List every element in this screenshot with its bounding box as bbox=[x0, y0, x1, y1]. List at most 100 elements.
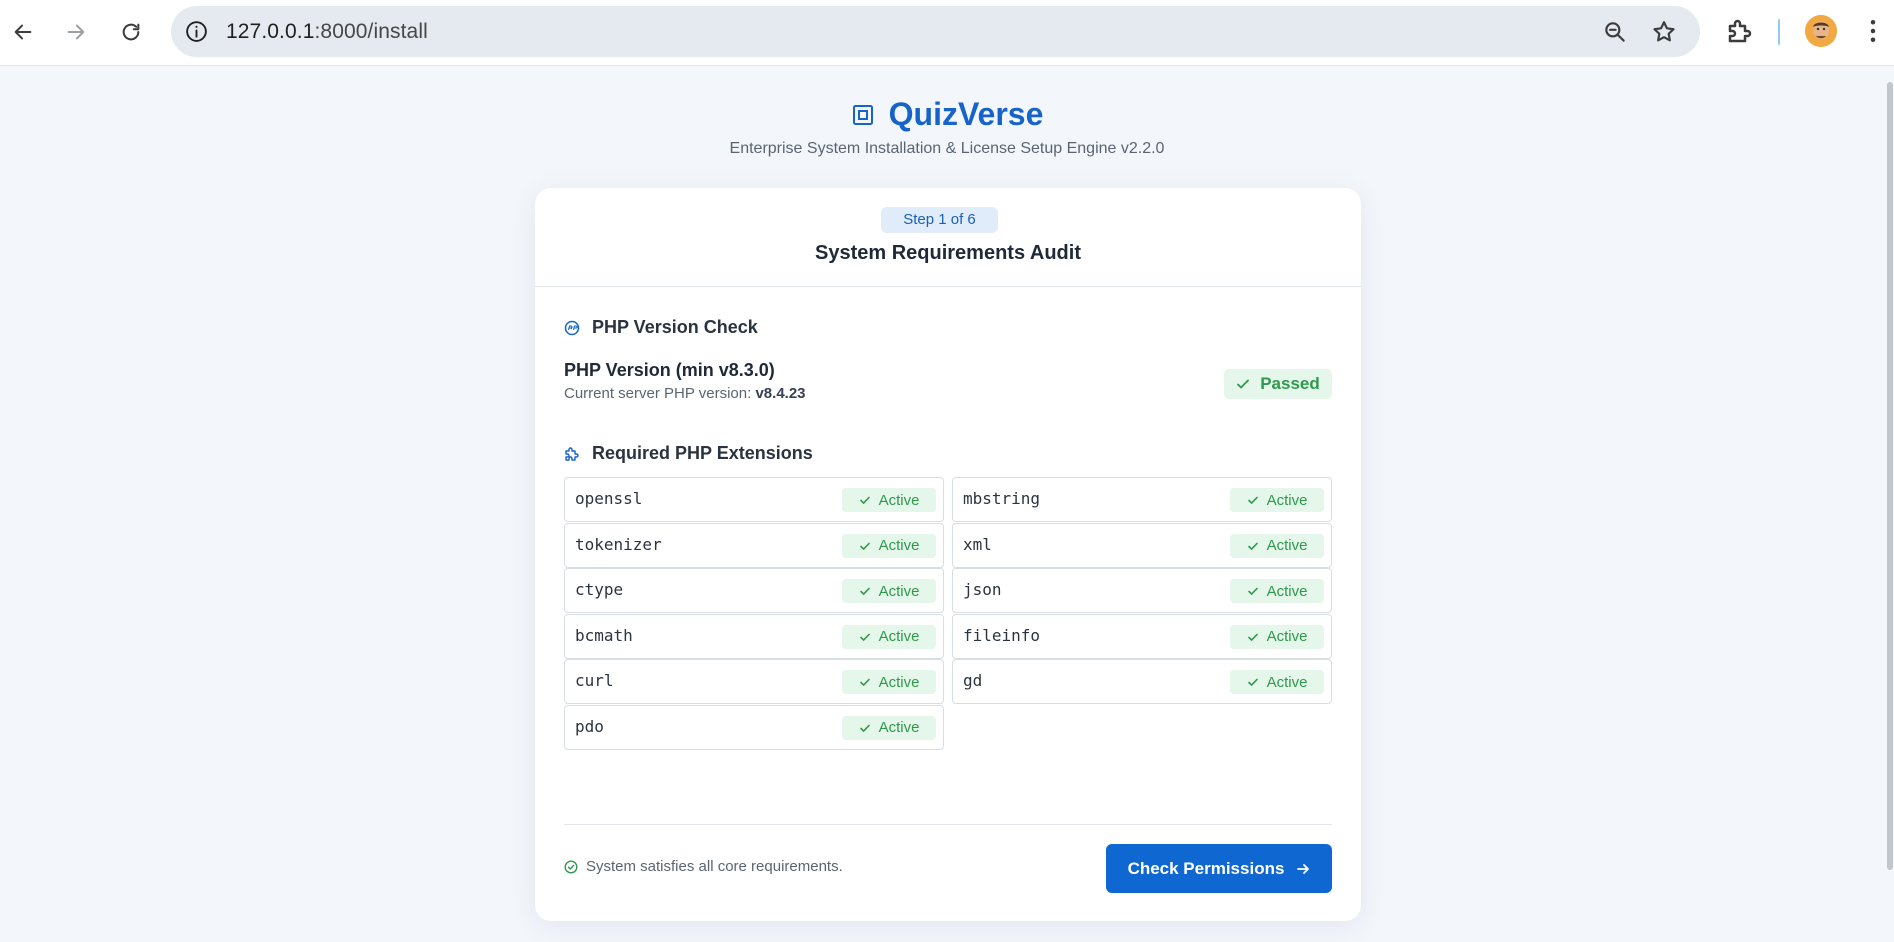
url-host: 127.0.0.1 bbox=[226, 20, 315, 43]
footer-divider bbox=[564, 824, 1332, 825]
toolbar-divider bbox=[1778, 19, 1780, 45]
php-section-title: PHP Version Check bbox=[564, 317, 758, 338]
card-header: Step 1 of 6 System Requirements Audit bbox=[535, 188, 1361, 287]
extension-status-label: Active bbox=[878, 582, 920, 600]
url-text[interactable]: 127.0.0.1:8000/install bbox=[226, 20, 428, 44]
php-current-value: v8.4.23 bbox=[755, 385, 806, 402]
reload-button[interactable] bbox=[114, 15, 148, 49]
extension-item: ctype Active bbox=[564, 568, 944, 613]
extension-item: xml Active bbox=[952, 522, 1332, 568]
extension-name: gd bbox=[963, 671, 983, 690]
extension-status-label: Active bbox=[1266, 582, 1308, 600]
check-icon bbox=[1247, 633, 1258, 641]
extension-name: ctype bbox=[575, 580, 624, 599]
extension-name: xml bbox=[963, 534, 992, 554]
check-icon bbox=[859, 542, 870, 550]
extension-status-badge: Active bbox=[1230, 488, 1324, 512]
back-button[interactable] bbox=[6, 15, 40, 49]
profile-face-icon bbox=[1805, 15, 1837, 47]
extensions-section-title: Required PHP Extensions bbox=[564, 443, 813, 464]
extension-status-label: Active bbox=[1266, 537, 1308, 554]
extension-name: openssl bbox=[575, 489, 643, 508]
extension-status-badge: Active bbox=[1230, 670, 1324, 694]
extension-item: fileinfo Active bbox=[952, 613, 1332, 659]
extension-name: tokenizer bbox=[575, 534, 662, 554]
extension-name: json bbox=[963, 580, 1002, 599]
arrow-left-icon bbox=[14, 24, 32, 40]
page-scrollbar[interactable] bbox=[1886, 66, 1894, 870]
extension-status-badge: Active bbox=[842, 579, 936, 603]
extension-status-label: Active bbox=[878, 628, 920, 645]
requirements-status: System satisfies all core requirements. bbox=[564, 858, 843, 875]
extension-item: tokenizer Active bbox=[564, 522, 944, 568]
scrollbar-thumb[interactable] bbox=[1887, 82, 1893, 870]
app-name: QuizVerse bbox=[888, 96, 1044, 132]
extension-item: openssl Active bbox=[564, 477, 944, 522]
extension-status-badge: Active bbox=[842, 670, 936, 694]
check-icon bbox=[859, 587, 870, 595]
check-permissions-label: Check Permissions bbox=[1127, 858, 1285, 878]
check-icon bbox=[1247, 678, 1258, 686]
arrow-right-icon bbox=[67, 24, 85, 40]
extension-status-badge: Active bbox=[842, 488, 936, 512]
extensions-icon[interactable] bbox=[1725, 16, 1755, 46]
forward-button[interactable] bbox=[59, 15, 93, 49]
menu-kebab-icon[interactable] bbox=[1858, 16, 1888, 46]
extensions-section-label: Required PHP Extensions bbox=[592, 443, 813, 463]
extension-item: bcmath Active bbox=[564, 613, 944, 659]
check-icon bbox=[1247, 496, 1258, 504]
url-path: :8000/install bbox=[314, 20, 428, 43]
extension-name: fileinfo bbox=[963, 625, 1041, 645]
check-icon bbox=[859, 724, 870, 732]
card-title: System Requirements Audit bbox=[815, 242, 1081, 264]
arrow-right-icon bbox=[1297, 863, 1310, 874]
php-status-badge: Passed bbox=[1224, 369, 1332, 399]
extension-status-label: Active bbox=[878, 537, 920, 554]
check-permissions-button[interactable]: Check Permissions bbox=[1106, 844, 1332, 893]
php-requirement: PHP Version (min v8.3.0) bbox=[564, 360, 775, 380]
app-subtitle: Enterprise System Installation & License… bbox=[729, 140, 1165, 157]
extension-item: gd Active bbox=[952, 659, 1332, 704]
check-icon bbox=[859, 633, 870, 641]
extension-status-badge: Active bbox=[842, 715, 936, 740]
address-bar[interactable]: 127.0.0.1:8000/install bbox=[171, 6, 1700, 57]
requirements-status-text: System satisfies all core requirements. bbox=[586, 858, 843, 875]
extension-status-label: Active bbox=[1266, 491, 1308, 509]
check-icon bbox=[859, 678, 870, 686]
step-badge: Step 1 of 6 bbox=[881, 207, 998, 233]
site-info-icon[interactable] bbox=[184, 19, 209, 44]
extension-name: pdo bbox=[575, 716, 604, 736]
extension-status-label: Active bbox=[878, 673, 920, 691]
extension-status-label: Active bbox=[1266, 628, 1308, 645]
php-current-prefix: Current server PHP version: bbox=[564, 385, 756, 402]
extension-name: bcmath bbox=[575, 625, 633, 645]
logo-icon bbox=[852, 104, 873, 125]
extension-name: mbstring bbox=[963, 489, 1041, 508]
check-icon bbox=[1237, 379, 1250, 389]
php-status-label: Passed bbox=[1260, 374, 1320, 393]
check-icon bbox=[1247, 587, 1258, 595]
extension-status-badge: Active bbox=[1230, 579, 1324, 603]
extension-status-badge: Active bbox=[1230, 533, 1324, 558]
extension-status-label: Active bbox=[1266, 673, 1308, 691]
bookmark-star-icon[interactable] bbox=[1651, 19, 1677, 45]
extension-item: mbstring Active bbox=[952, 477, 1332, 522]
check-icon bbox=[859, 496, 870, 504]
php-icon bbox=[564, 320, 580, 335]
installer-card: Step 1 of 6 System Requirements Audit PH… bbox=[535, 188, 1361, 921]
extension-status-badge: Active bbox=[842, 624, 936, 649]
check-circle-icon bbox=[564, 859, 578, 874]
extension-status-label: Active bbox=[878, 491, 920, 509]
zoom-icon[interactable] bbox=[1602, 19, 1628, 45]
extension-name: curl bbox=[575, 671, 614, 690]
profile-avatar[interactable] bbox=[1805, 15, 1837, 47]
php-current: Current server PHP version: v8.4.23 bbox=[564, 385, 806, 402]
reload-icon bbox=[122, 23, 140, 41]
extension-item: curl Active bbox=[564, 659, 944, 704]
extension-status-badge: Active bbox=[1230, 624, 1324, 649]
check-icon bbox=[1247, 542, 1258, 550]
extension-status-label: Active bbox=[878, 719, 920, 736]
browser-toolbar: 127.0.0.1:8000/install bbox=[0, 0, 1894, 66]
extension-item: pdo Active bbox=[564, 704, 944, 750]
extension-status-badge: Active bbox=[842, 533, 936, 558]
